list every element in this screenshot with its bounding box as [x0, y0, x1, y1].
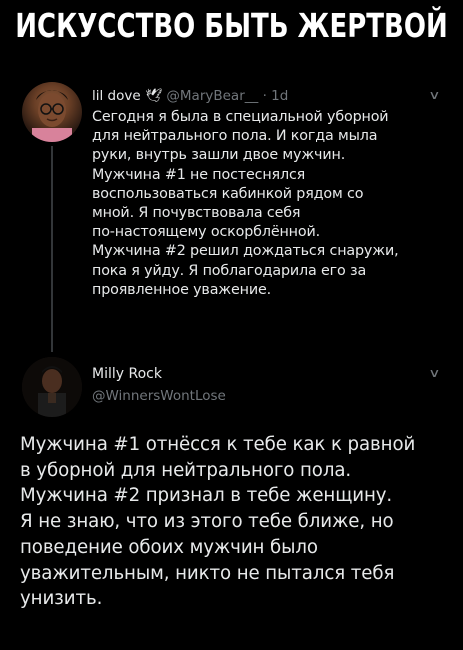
- tweet1-handle[interactable]: @MaryBear__: [166, 88, 258, 104]
- avatar-face-icon: [22, 357, 82, 417]
- tweet1-time[interactable]: · 1d: [263, 88, 289, 104]
- tweet1-header: lil dove 🕊 @MaryBear__ · 1d: [92, 88, 288, 104]
- tweet2-menu-chevron-icon[interactable]: ∨: [428, 366, 440, 380]
- avatar-face-icon: [32, 90, 72, 142]
- meme-title: Искусство быть жертвой: [15, 8, 448, 46]
- tweet2-text: Мужчина #1 отнёсся к тебе как к равной в…: [20, 434, 416, 610]
- tweet1-menu-chevron-icon[interactable]: ∨: [428, 88, 440, 102]
- avatar-milly-rock[interactable]: [22, 357, 82, 417]
- avatar-lil-dove[interactable]: [22, 82, 82, 142]
- tweet2-author-name[interactable]: Milly Rock: [92, 366, 162, 382]
- tweet1-author-name[interactable]: lil dove: [92, 88, 141, 104]
- tweet2-handle[interactable]: @WinnersWontLose: [92, 388, 226, 404]
- tweet1-text: Сегодня я была в специальной уборной для…: [92, 109, 399, 298]
- dove-emoji-icon: 🕊: [140, 88, 167, 104]
- thread-line: [51, 146, 53, 352]
